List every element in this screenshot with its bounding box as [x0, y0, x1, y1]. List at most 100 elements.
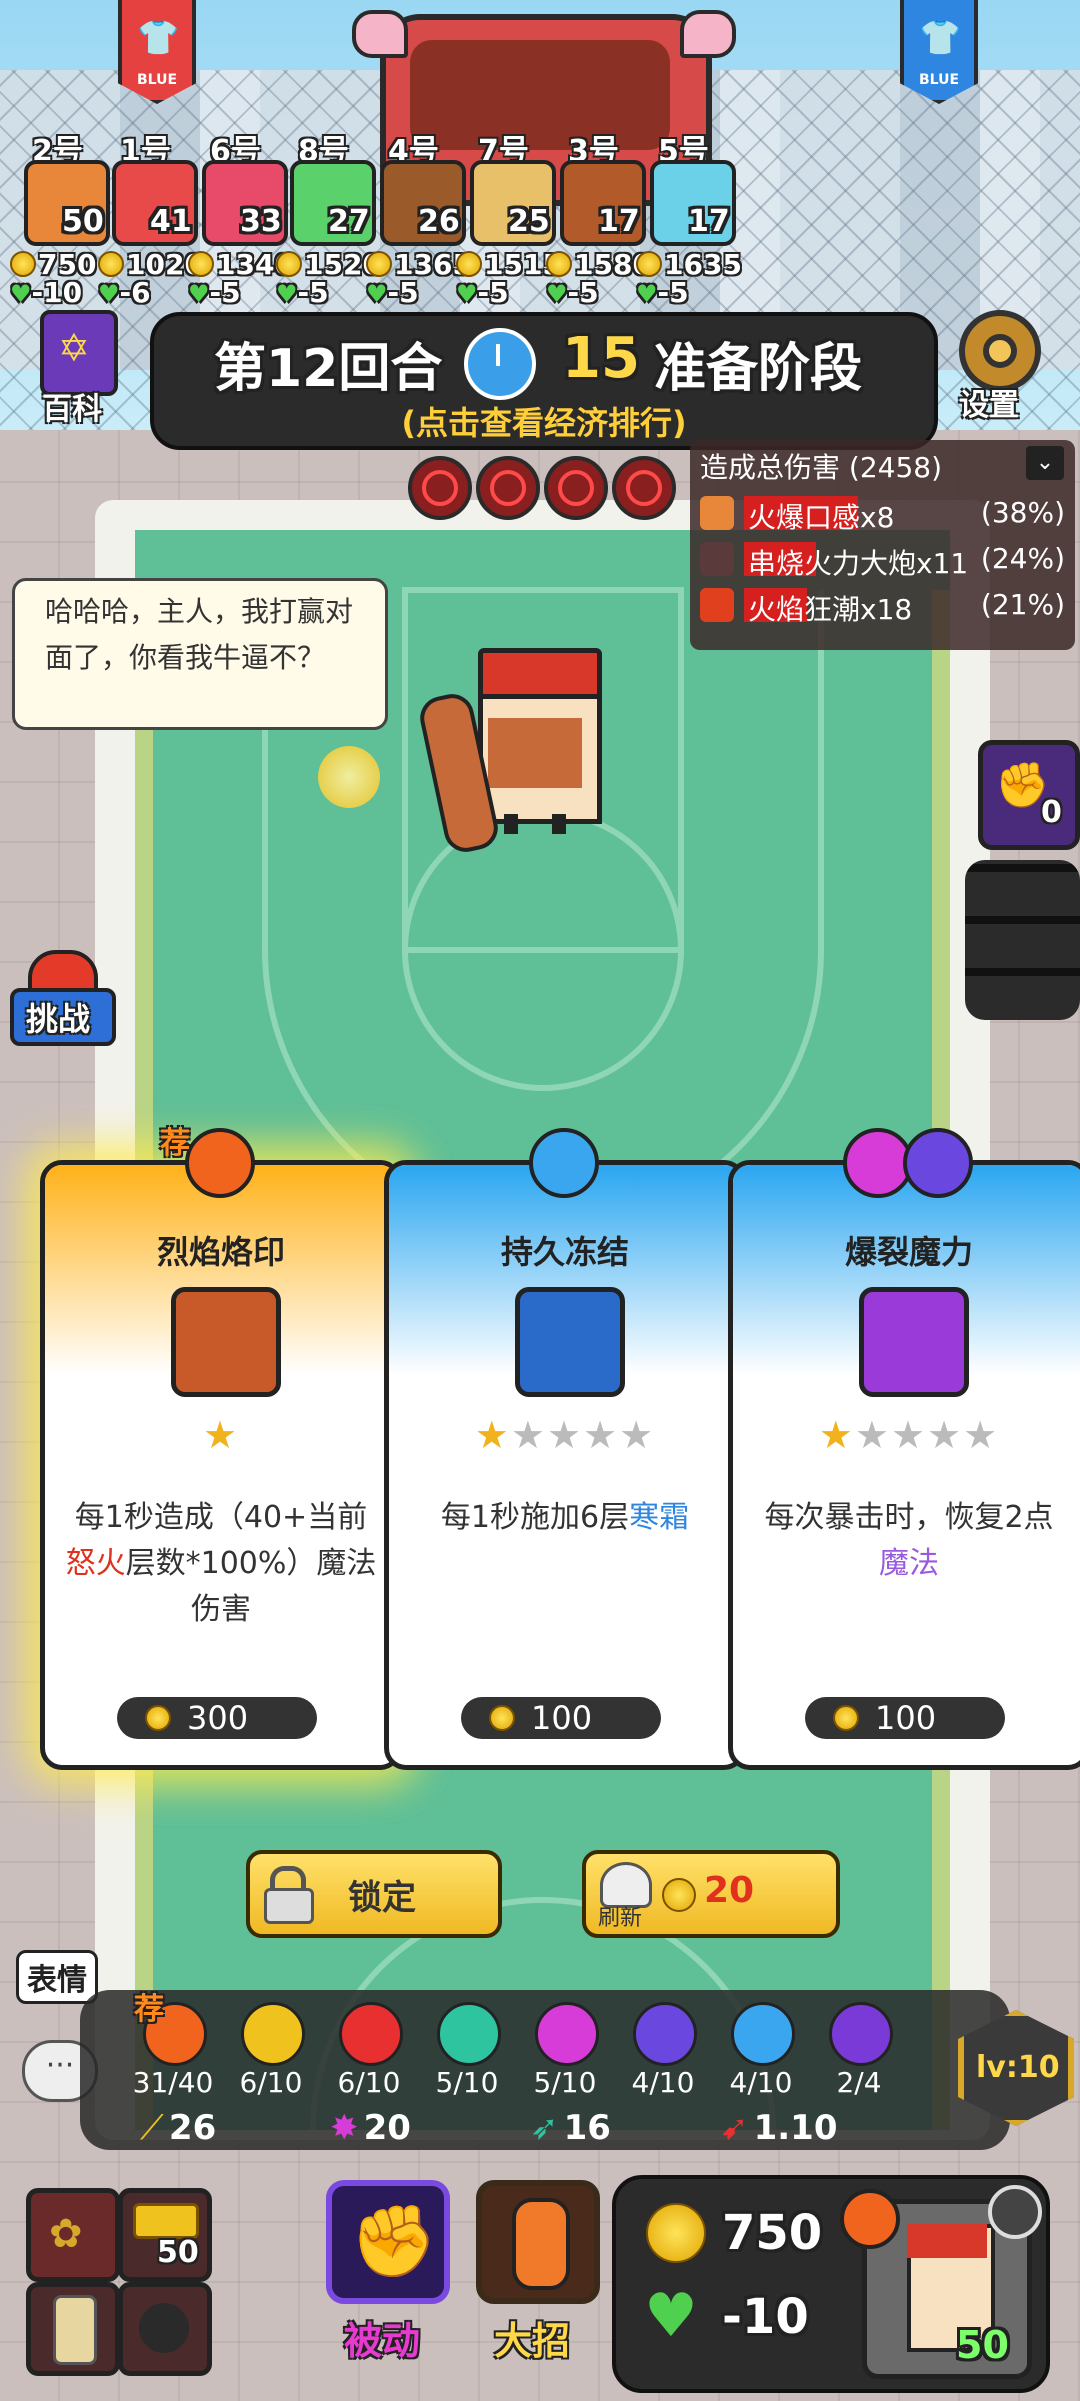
heart-icon: ♥: [10, 280, 32, 308]
gold-bar-count: 50: [157, 2235, 199, 2270]
synergy-wind[interactable]: 5/10: [422, 2002, 512, 2122]
challenge-label: 挑战: [26, 1000, 91, 1038]
burst-icon: [535, 2002, 599, 2066]
team-banner-left: 👕 BLUE: [118, 0, 196, 104]
synergy-burst[interactable]: 5/10: [520, 2002, 610, 2122]
element-badge-icon: [903, 1128, 973, 1198]
bomb-item-button[interactable]: [118, 2282, 212, 2376]
pig-icon: ✿: [49, 2211, 83, 2257]
player-slot[interactable]: 5号 17 1635 ♥-5: [636, 126, 746, 309]
recommend-tag: 荐: [134, 1992, 164, 2027]
player-hp: ♥-10: [10, 276, 83, 309]
coin-icon: [636, 251, 662, 277]
team-label: BLUE: [136, 72, 178, 88]
card-stars: ★★★★★: [733, 1413, 1080, 1457]
hp-amount: -10: [722, 2289, 809, 2345]
coin-icon: [10, 251, 36, 277]
star-icon: ★: [963, 1413, 1000, 1457]
emote-label: 表情: [16, 1950, 98, 2004]
damage-percent: (24%): [980, 542, 1065, 575]
sword-stat-icon: ⟋: [140, 2108, 164, 2148]
coin-icon: [456, 251, 482, 277]
speed-stat-icon: ➶: [530, 2108, 559, 2148]
tire-stack: [965, 860, 1080, 1020]
refresh-cost: 20: [704, 1870, 755, 1911]
gold-bars-button[interactable]: 50: [118, 2188, 212, 2282]
encyclopedia-button[interactable]: ✡ 百科: [30, 310, 120, 427]
gold-amount: 750: [722, 2205, 823, 2261]
damage-percent: (38%): [980, 496, 1065, 529]
player-level: 17: [598, 204, 640, 239]
damage-row: 串烧火力大炮x11 (24%): [700, 538, 1065, 580]
recommend-tag: 荐: [160, 1126, 190, 1161]
fire-orb-icon: [318, 746, 380, 808]
disabled-icon: [612, 456, 676, 520]
gold-bar-icon: [133, 2203, 199, 2239]
burst-stat: ✸ 20: [330, 2108, 411, 2148]
element-badge-icon: [529, 1128, 599, 1198]
speed-stat: ➶ 16: [530, 2108, 611, 2148]
player-wallet-panel: 750 ♥ -10 50: [612, 2175, 1050, 2393]
challenge-button[interactable]: 挑战: [10, 950, 116, 1070]
drink-item-button[interactable]: [26, 2282, 120, 2376]
passive-label: 被动: [344, 2319, 421, 2363]
damage-stats-panel[interactable]: 造成总伤害 (2458) ⌄ 火爆口感x8 (38%) 串烧火力大炮x11 (24%)…: [690, 440, 1075, 650]
coin-icon: [188, 251, 214, 277]
hoop-wing-right-icon: [680, 10, 736, 58]
disabled-icon: [476, 456, 540, 520]
skull-icon: [829, 2002, 893, 2066]
shop-card[interactable]: 持久冻结 ★★★★★ 每1秒施加6层寒霜 100: [384, 1160, 746, 1770]
economy-ranking-hint[interactable]: (点击查看经济排行): [154, 398, 934, 444]
settings-button[interactable]: 设置: [945, 310, 1045, 423]
shop-card[interactable]: 爆裂魔力 ★★★★★ 每次暴击时，恢复2点魔法 100: [728, 1160, 1080, 1770]
level-label: lv:10: [976, 2050, 1060, 2085]
synergy-snowflake[interactable]: 4/10: [716, 2002, 806, 2122]
snowflake-icon: [731, 2002, 795, 2066]
wind-icon: [437, 2002, 501, 2066]
ultimate-skill-button[interactable]: 大招: [470, 2180, 600, 2370]
synergy-count: 31/40: [132, 2066, 214, 2099]
fist-skill-button[interactable]: ✊ 0: [978, 740, 1080, 850]
heart-icon: [339, 2002, 403, 2066]
heart-icon: ♥: [456, 280, 478, 308]
speech-text: 哈哈哈，主人，我打赢对面了，你看我牛逼不？: [45, 595, 354, 674]
star-icon: ★: [510, 1413, 547, 1457]
player-roster: 2号 50 750 ♥-10 1号 41 1020 ♥-6 6号 33 1340 ♥-5 8号 27 152…: [0, 126, 1080, 309]
magnifier-icon[interactable]: [988, 2185, 1042, 2239]
coin-icon: [662, 1878, 696, 1912]
synergy-heart[interactable]: 6/10: [324, 2002, 414, 2122]
collapse-chevron-icon[interactable]: ⌄: [1026, 446, 1064, 480]
synergy-sword[interactable]: 6/10: [226, 2002, 316, 2122]
coin-icon: [546, 251, 572, 277]
star-icon: ★: [546, 1413, 584, 1457]
round-status-bar[interactable]: 第12回合 15 准备阶段 (点击查看经济排行): [150, 312, 938, 450]
disabled-icon: [544, 456, 608, 520]
star-icon: ★: [619, 1413, 656, 1457]
card-price: 100: [805, 1697, 1005, 1739]
synergy-magic[interactable]: 4/10: [618, 2002, 708, 2122]
coin-icon: [646, 2203, 706, 2263]
passive-skill-button[interactable]: ✊ 被动: [320, 2180, 450, 2370]
attack-value: 26: [168, 2108, 217, 2148]
card-title: 烈焰烙印: [156, 1233, 285, 1271]
heart-icon: ♥: [188, 280, 210, 308]
synergy-bar[interactable]: 31/40 6/10 6/10 5/10 5/10 4/10 4/10 2/4 荐 ⟋ 26 …: [80, 1990, 1010, 2150]
refresh-button[interactable]: 刷新 20: [582, 1850, 840, 1938]
speech-bubble: 哈哈哈，主人，我打赢对面了，你看我牛逼不？: [12, 578, 388, 730]
team-label: BLUE: [918, 72, 960, 88]
heart-icon: ♥: [366, 280, 388, 308]
lock-button[interactable]: 锁定: [246, 1850, 502, 1938]
round-number: 第12回合: [214, 339, 443, 399]
synergy-count: 5/10: [533, 2066, 597, 2099]
synergy-skull[interactable]: 2/4: [814, 2002, 904, 2122]
player-hp: ♥-5: [636, 276, 689, 309]
drink-can-icon: [53, 2295, 97, 2365]
synergy-count: 5/10: [435, 2066, 499, 2099]
magic-icon: [633, 2002, 697, 2066]
player-level: 27: [328, 204, 370, 239]
player-hp: ♥-5: [366, 276, 419, 309]
pet-item-button[interactable]: ✿: [26, 2188, 120, 2282]
shop-card[interactable]: 烈焰烙印 ★ 每1秒造成（40+当前怒火层数*100%）魔法伤害 300: [40, 1160, 402, 1770]
damage-source: 火焰狂潮x18: [748, 593, 913, 626]
damage-row: 火爆口感x8 (38%): [700, 492, 1065, 534]
